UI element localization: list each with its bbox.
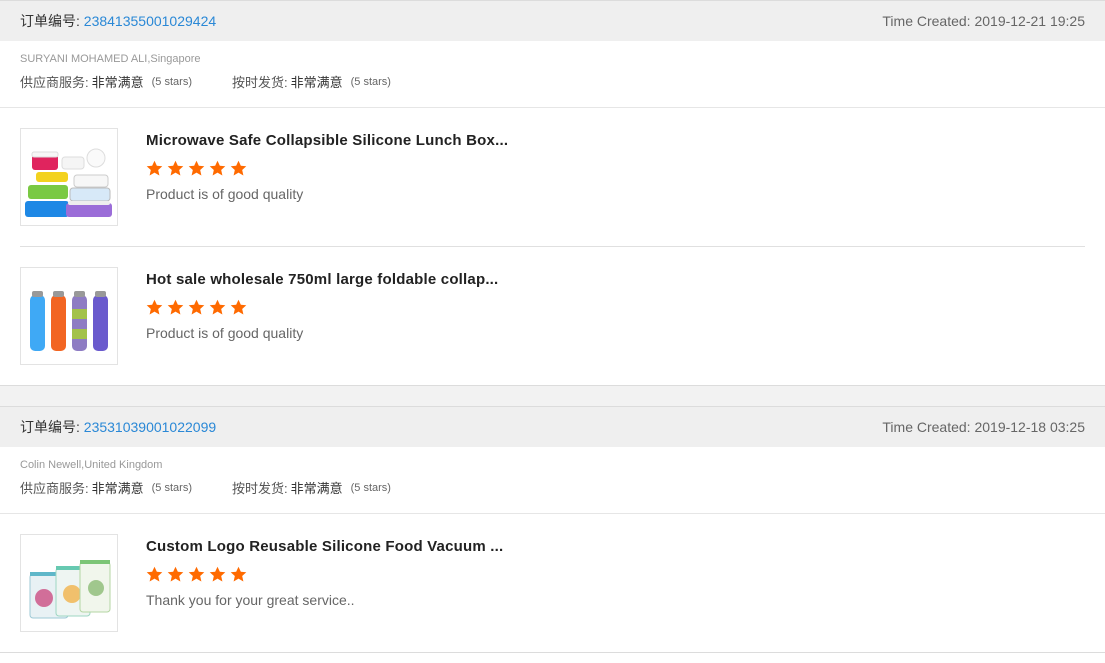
time-created: Time Created: 2019-12-21 19:25 bbox=[882, 13, 1085, 29]
star-icon bbox=[188, 299, 205, 315]
product-review: Hot sale wholesale 750ml large foldable … bbox=[20, 247, 1085, 385]
order-number-link[interactable]: 23841355001029424 bbox=[84, 13, 216, 29]
product-review: Custom Logo Reusable Silicone Food Vacuu… bbox=[20, 514, 1085, 652]
star-icon bbox=[188, 566, 205, 582]
order-card: 订单编号: 23531039001022099 Time Created: 20… bbox=[0, 407, 1105, 653]
rating-value: 非常满意 bbox=[91, 75, 144, 90]
on-time-shipping-rating: 按时发货: 非常满意 (5 stars) bbox=[232, 478, 391, 497]
review-comment: Thank you for your great service.. bbox=[146, 592, 355, 608]
star-icon bbox=[209, 299, 226, 315]
order-ratings: 供应商服务: 非常满意 (5 stars) 按时发货: 非常满意 (5 star… bbox=[20, 478, 1085, 497]
star-icon bbox=[209, 566, 226, 582]
buyer-info: SURYANI MOHAMED ALI,Singapore 供应商服务: 非常满… bbox=[0, 41, 1105, 108]
buyer-name: Colin Newell,United Kingdom bbox=[20, 459, 163, 471]
rating-stars-text: (5 stars) bbox=[350, 75, 391, 88]
rating-value: 非常满意 bbox=[290, 75, 343, 90]
order-number: 订单编号: 23531039001022099 bbox=[20, 417, 216, 437]
star-icon bbox=[230, 299, 247, 315]
order-number-label: 订单编号: bbox=[20, 13, 80, 29]
rating-label: 按时发货: bbox=[231, 75, 288, 90]
rating-stars-text: (5 stars) bbox=[151, 481, 192, 494]
rating-stars-text: (5 stars) bbox=[151, 75, 192, 88]
product-stars bbox=[146, 566, 503, 583]
product-stars bbox=[146, 299, 498, 316]
on-time-shipping-rating: 按时发货: 非常满意 (5 stars) bbox=[232, 72, 391, 91]
order-header: 订单编号: 23841355001029424 Time Created: 20… bbox=[0, 1, 1105, 41]
product-title[interactable]: Microwave Safe Collapsible Silicone Lunc… bbox=[146, 132, 508, 149]
order-number-link[interactable]: 23531039001022099 bbox=[84, 419, 216, 435]
star-icon bbox=[167, 566, 184, 582]
bottle-image[interactable] bbox=[20, 267, 118, 365]
order-divider bbox=[0, 386, 1105, 407]
rating-label: 供应商服务: bbox=[20, 75, 89, 90]
food-bag-image[interactable] bbox=[20, 534, 118, 632]
rating-value: 非常满意 bbox=[290, 481, 343, 496]
star-icon bbox=[230, 566, 247, 582]
product-info: Hot sale wholesale 750ml large foldable … bbox=[146, 267, 498, 341]
star-icon bbox=[188, 160, 205, 176]
rating-value: 非常满意 bbox=[91, 481, 144, 496]
product-info: Custom Logo Reusable Silicone Food Vacuu… bbox=[146, 534, 503, 608]
star-icon bbox=[230, 160, 247, 176]
product-title[interactable]: Hot sale wholesale 750ml large foldable … bbox=[146, 271, 498, 288]
supplier-service-rating: 供应商服务: 非常满意 (5 stars) bbox=[20, 478, 192, 497]
star-icon bbox=[167, 160, 184, 176]
order-number: 订单编号: 23841355001029424 bbox=[20, 11, 216, 31]
review-comment: Product is of good quality bbox=[146, 325, 304, 341]
review-comment: Product is of good quality bbox=[146, 186, 304, 202]
star-icon bbox=[146, 160, 163, 176]
product-stars bbox=[146, 160, 508, 177]
order-card: 订单编号: 23841355001029424 Time Created: 20… bbox=[0, 0, 1105, 386]
lunch-box-image[interactable] bbox=[20, 128, 118, 226]
order-ratings: 供应商服务: 非常满意 (5 stars) 按时发货: 非常满意 (5 star… bbox=[20, 72, 1085, 91]
product-title[interactable]: Custom Logo Reusable Silicone Food Vacuu… bbox=[146, 538, 503, 555]
rating-stars-text: (5 stars) bbox=[350, 481, 391, 494]
rating-label: 按时发货: bbox=[231, 481, 288, 496]
product-review: Microwave Safe Collapsible Silicone Lunc… bbox=[20, 108, 1085, 247]
supplier-service-rating: 供应商服务: 非常满意 (5 stars) bbox=[20, 72, 192, 91]
order-header: 订单编号: 23531039001022099 Time Created: 20… bbox=[0, 407, 1105, 447]
star-icon bbox=[209, 160, 226, 176]
rating-label: 供应商服务: bbox=[20, 481, 89, 496]
buyer-name: SURYANI MOHAMED ALI,Singapore bbox=[20, 53, 201, 65]
time-created: Time Created: 2019-12-18 03:25 bbox=[882, 419, 1085, 435]
star-icon bbox=[167, 299, 184, 315]
order-number-label: 订单编号: bbox=[20, 419, 80, 435]
buyer-info: Colin Newell,United Kingdom 供应商服务: 非常满意 … bbox=[0, 447, 1105, 514]
star-icon bbox=[146, 566, 163, 582]
product-info: Microwave Safe Collapsible Silicone Lunc… bbox=[146, 128, 508, 202]
star-icon bbox=[146, 299, 163, 315]
